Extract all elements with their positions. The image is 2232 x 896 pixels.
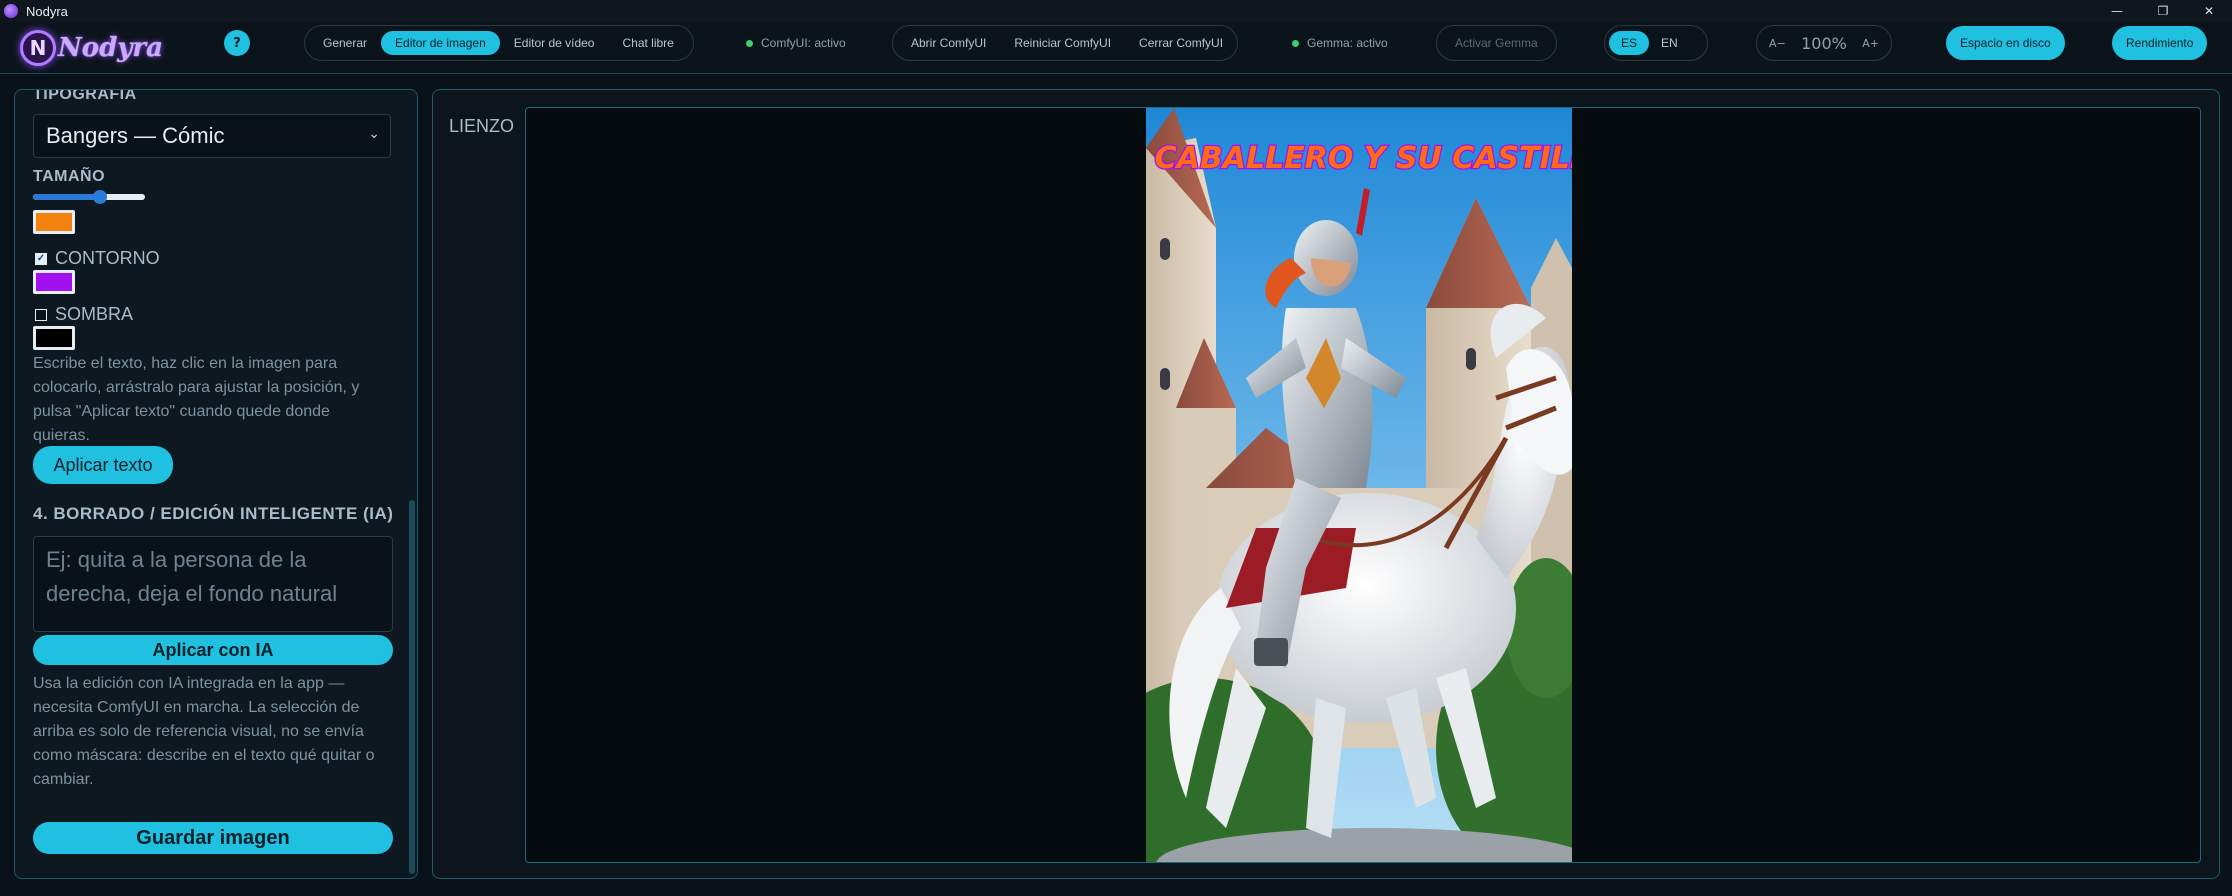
ai-section-label: 4. BORRADO / EDICIÓN INTELIGENTE (IA) [33, 504, 394, 523]
main-tabs: Generar Editor de imagen Editor de vídeo… [304, 25, 694, 61]
size-label: TAMAÑO [33, 168, 106, 185]
restore-icon[interactable]: ❐ [2140, 0, 2186, 22]
tab-editor-video[interactable]: Editor de vídeo [500, 31, 609, 55]
artwork-title-text: EL CABALLERO Y SU CASTILLO [1146, 141, 1572, 176]
gemma-status-text: Gemma: activo [1307, 36, 1388, 50]
tab-chat-libre[interactable]: Chat libre [608, 31, 687, 55]
apply-ai-button[interactable]: Aplicar con IA [33, 635, 393, 665]
open-comfy-button[interactable]: Abrir ComfyUI [897, 31, 1000, 55]
font-select-value: Bangers — Cómic [46, 123, 225, 148]
size-slider[interactable] [33, 190, 145, 204]
comfy-status: ComfyUI: activo [746, 36, 846, 50]
shadow-option[interactable]: SOMBRA [35, 304, 133, 325]
shadow-color-swatch[interactable] [33, 326, 75, 350]
comfy-status-text: ComfyUI: activo [761, 36, 846, 50]
app-header: N Nodyra ? Generar Editor de imagen Edit… [0, 22, 2232, 74]
tab-generar[interactable]: Generar [309, 31, 381, 55]
window-titlebar: Nodyra — ❐ ✕ [0, 0, 2232, 22]
logo-text: Nodyra [58, 33, 163, 63]
outline-checkbox[interactable]: ✓ [35, 252, 47, 265]
artwork-image[interactable]: EL CABALLERO Y SU CASTILLO [1146, 108, 1572, 863]
size-slider-thumb[interactable] [93, 190, 107, 204]
zoom-in-button[interactable]: A+ [1862, 37, 1879, 50]
window-title: Nodyra [26, 3, 68, 19]
tools-panel: TIPOGRAFÍA Bangers — Cómic ⌄ TAMAÑO ✓ CO… [14, 89, 418, 879]
fill-color-swatch[interactable] [33, 210, 75, 234]
canvas-label: LIENZO [449, 116, 515, 136]
activate-gemma-button[interactable]: Activar Gemma [1436, 25, 1557, 61]
tab-editor-imagen[interactable]: Editor de imagen [381, 31, 500, 55]
language-toggle: ES EN [1604, 25, 1708, 61]
ai-prompt-input[interactable]: Ej: quita a la persona de la derecha, de… [33, 536, 393, 632]
ai-help-text: Usa la edición con IA integrada en la ap… [33, 675, 375, 788]
performance-button[interactable]: Rendimiento [2112, 26, 2208, 60]
logo: N Nodyra [20, 28, 170, 68]
lang-en[interactable]: EN [1649, 31, 1690, 55]
size-slider-fill [33, 194, 100, 200]
window-controls: — ❐ ✕ [2094, 0, 2232, 22]
chevron-down-icon: ⌄ [368, 125, 380, 141]
outline-option[interactable]: ✓ CONTORNO [35, 248, 160, 269]
close-icon[interactable]: ✕ [2186, 0, 2232, 22]
outline-label: CONTORNO [55, 248, 160, 268]
shadow-checkbox[interactable] [35, 308, 47, 321]
canvas-area[interactable]: EL CABALLERO Y SU CASTILLO [525, 107, 2201, 863]
logo-badge-icon: N [20, 30, 56, 66]
outline-color-swatch[interactable] [33, 270, 75, 294]
close-comfy-button[interactable]: Cerrar ComfyUI [1125, 31, 1237, 55]
status-dot-icon [746, 39, 753, 47]
apply-text-button[interactable]: Aplicar texto [33, 446, 173, 484]
lang-es[interactable]: ES [1609, 31, 1650, 55]
zoom-control: A− 100% A+ [1756, 25, 1892, 61]
app-icon [4, 4, 18, 18]
zoom-out-button[interactable]: A− [1769, 37, 1786, 50]
panel-scrollbar[interactable] [409, 500, 415, 874]
canvas-panel: LIENZO CABALLERO Y SU CASTIL [432, 89, 2220, 879]
comfy-actions: Abrir ComfyUI Reiniciar ComfyUI Cerrar C… [892, 25, 1238, 61]
help-button[interactable]: ? [224, 30, 250, 56]
disk-space-button[interactable]: Espacio en disco [1946, 26, 2065, 60]
minimize-icon[interactable]: — [2094, 0, 2140, 22]
zoom-value: 100% [1801, 33, 1847, 53]
save-image-button[interactable]: Guardar imagen [33, 822, 393, 854]
gemma-status: Gemma: activo [1292, 36, 1388, 50]
font-select[interactable]: Bangers — Cómic ⌄ [33, 114, 391, 158]
typography-label: TIPOGRAFÍA [33, 89, 137, 103]
text-tool-help: Escribe el texto, haz clic en la imagen … [33, 355, 360, 444]
shadow-label: SOMBRA [55, 304, 134, 324]
status-dot-icon [1292, 39, 1299, 47]
restart-comfy-button[interactable]: Reiniciar ComfyUI [1000, 31, 1125, 55]
